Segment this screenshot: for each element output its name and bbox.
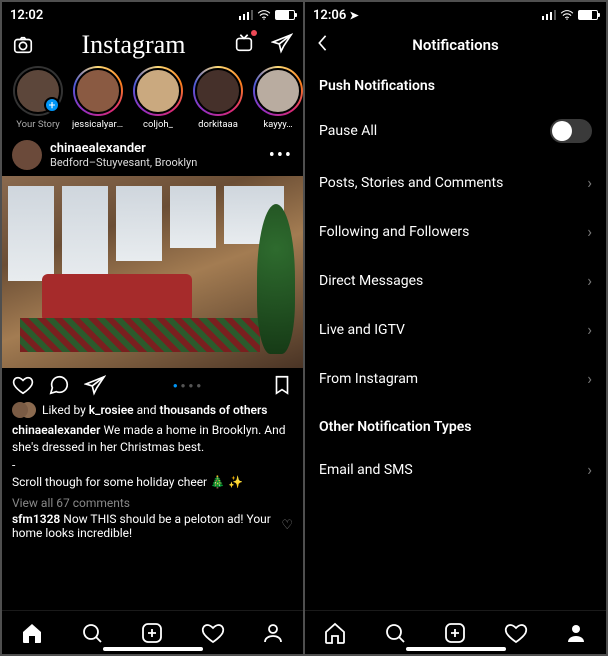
post-header: chinaealexander Bedford–Stuyvesant, Broo… <box>2 134 303 176</box>
comment-like-icon[interactable]: ♡ <box>281 518 293 533</box>
page-title: Notifications <box>315 36 596 54</box>
story-item[interactable]: dorkitaaa <box>192 66 244 130</box>
camera-icon[interactable] <box>12 34 34 56</box>
likes-summary[interactable]: Liked by k_rosiee and thousands of other… <box>2 402 303 422</box>
post-caption: chinaealexander We made a home in Brookl… <box>2 422 303 457</box>
status-bar: 12:02 <box>2 2 303 28</box>
post-image[interactable] <box>2 176 303 368</box>
chevron-right-icon: › <box>587 222 592 241</box>
row-live-igtv[interactable]: Live and IGTV › <box>305 305 606 354</box>
home-indicator <box>103 647 203 651</box>
story-item[interactable]: kayyy… <box>252 66 303 130</box>
tab-profile[interactable] <box>261 621 285 645</box>
wifi-icon <box>560 9 574 21</box>
chevron-right-icon: › <box>587 173 592 192</box>
like-icon[interactable] <box>12 374 34 396</box>
comment-user[interactable]: sfm1328 <box>12 512 60 526</box>
tab-activity[interactable] <box>201 621 225 645</box>
tab-profile[interactable] <box>564 621 588 645</box>
home-indicator <box>406 647 506 651</box>
post-caption-line: Scroll though for some holiday cheer 🎄 ✨ <box>2 474 303 491</box>
liker-avatars <box>12 402 28 418</box>
chevron-right-icon: › <box>587 369 592 388</box>
bookmark-icon[interactable] <box>271 374 293 396</box>
row-from-instagram[interactable]: From Instagram › <box>305 354 606 403</box>
signal-icon <box>239 10 254 20</box>
status-time: 12:06 <box>313 8 346 23</box>
tab-add[interactable] <box>140 621 164 645</box>
stories-row: + Your Story jessicalyarb… coljoh_ dorki… <box>2 62 303 134</box>
tab-bar <box>305 610 606 654</box>
toggle-switch[interactable] <box>550 119 592 143</box>
section-header: Push Notifications <box>305 62 606 104</box>
notification-dot <box>251 30 257 36</box>
post-actions: ●●●● <box>2 368 303 402</box>
row-following-followers[interactable]: Following and Followers › <box>305 207 606 256</box>
tab-home[interactable] <box>20 621 44 645</box>
notifications-settings-screen: 12:06 ➤ Notifications Push Notifications… <box>305 2 606 654</box>
section-header: Other Notification Types <box>305 403 606 445</box>
row-direct-messages[interactable]: Direct Messages › <box>305 256 606 305</box>
post-more-icon[interactable]: ••• <box>269 145 293 166</box>
location-icon: ➤ <box>349 9 358 22</box>
add-story-icon: + <box>44 97 60 113</box>
igtv-icon[interactable] <box>233 32 255 58</box>
story-item[interactable]: coljoh_ <box>132 66 184 130</box>
tab-activity[interactable] <box>504 621 528 645</box>
chevron-right-icon: › <box>587 271 592 290</box>
share-icon[interactable] <box>84 374 106 396</box>
instagram-feed-screen: 12:02 Instagram <box>2 2 303 654</box>
tab-home[interactable] <box>323 621 347 645</box>
wifi-icon <box>257 9 271 21</box>
row-email-sms[interactable]: Email and SMS › <box>305 445 606 494</box>
post-location[interactable]: Bedford–Stuyvesant, Brooklyn <box>50 156 261 169</box>
story-your-story[interactable]: + Your Story <box>12 66 64 130</box>
view-all-comments[interactable]: View all 67 comments <box>2 492 303 512</box>
carousel-dots: ●●●● <box>106 381 271 390</box>
post-username[interactable]: chinaealexander <box>50 141 261 156</box>
status-time: 12:02 <box>10 8 43 23</box>
settings-header: Notifications <box>305 28 606 62</box>
comment-icon[interactable] <box>48 374 70 396</box>
story-item[interactable]: jessicalyarb… <box>72 66 124 130</box>
signal-icon <box>542 10 557 20</box>
row-pause-all[interactable]: Pause All <box>305 104 606 158</box>
direct-message-icon[interactable] <box>271 32 293 58</box>
tab-search[interactable] <box>383 621 407 645</box>
status-bar: 12:06 ➤ <box>305 2 606 28</box>
tab-bar <box>2 610 303 654</box>
post-caption-line: - <box>2 457 303 474</box>
row-posts-stories-comments[interactable]: Posts, Stories and Comments › <box>305 158 606 207</box>
comment: sfm1328 Now THIS should be a peloton ad!… <box>2 512 303 540</box>
tab-search[interactable] <box>80 621 104 645</box>
battery-icon <box>275 10 295 20</box>
chevron-right-icon: › <box>587 460 592 479</box>
tab-add[interactable] <box>443 621 467 645</box>
instagram-header: Instagram <box>2 28 303 62</box>
battery-icon <box>578 10 598 20</box>
instagram-logo: Instagram <box>82 30 186 60</box>
chevron-right-icon: › <box>587 320 592 339</box>
post-avatar[interactable] <box>12 140 42 170</box>
